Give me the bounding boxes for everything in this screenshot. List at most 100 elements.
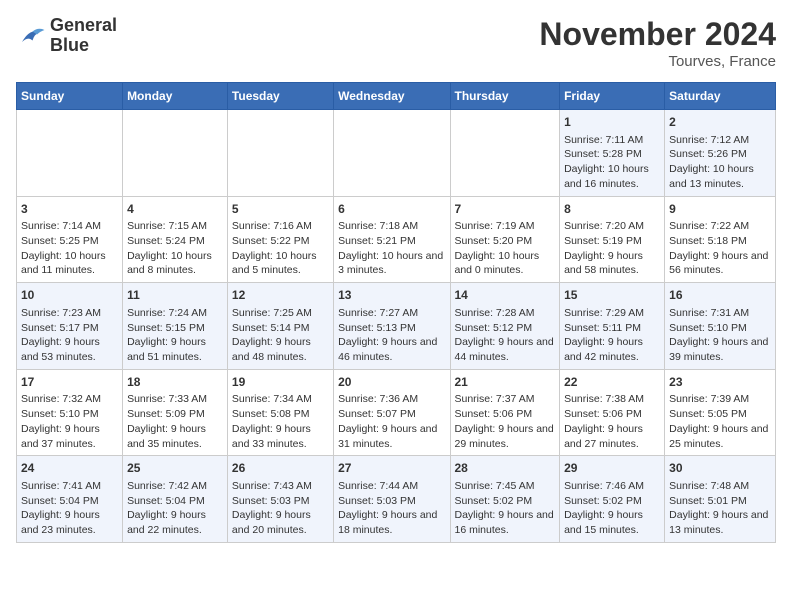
day-number: 13 <box>338 287 445 304</box>
calendar-cell: 22Sunrise: 7:38 AMSunset: 5:06 PMDayligh… <box>560 369 665 456</box>
day-info: Sunrise: 7:45 AMSunset: 5:02 PMDaylight:… <box>455 479 556 538</box>
column-header-wednesday: Wednesday <box>334 83 450 110</box>
day-info: Sunrise: 7:36 AMSunset: 5:07 PMDaylight:… <box>338 392 445 451</box>
logo-line1: General <box>50 16 117 36</box>
week-row-4: 17Sunrise: 7:32 AMSunset: 5:10 PMDayligh… <box>17 369 776 456</box>
calendar-cell: 10 Sunrise: 7:23 AMSunset: 5:17 PMDayligh… <box>17 283 123 370</box>
column-header-sunday: Sunday <box>17 83 123 110</box>
week-row-3: 10 Sunrise: 7:23 AMSunset: 5:17 PMDayligh… <box>17 283 776 370</box>
column-header-thursday: Thursday <box>450 83 560 110</box>
day-number: 15 <box>564 287 660 304</box>
day-number: 16 <box>669 287 771 304</box>
column-header-friday: Friday <box>560 83 665 110</box>
day-info: Sunrise: 7:19 AMSunset: 5:20 PMDaylight:… <box>455 219 556 278</box>
calendar-cell <box>17 110 123 197</box>
calendar-cell: 27 Sunrise: 7:44 AMSunset: 5:03 PMDayligh… <box>334 456 450 543</box>
calendar-cell: 20Sunrise: 7:36 AMSunset: 5:07 PMDayligh… <box>334 369 450 456</box>
logo-line2: Blue <box>50 36 117 56</box>
week-row-5: 24 Sunrise: 7:41 AMSunset: 5:04 PMDayligh… <box>17 456 776 543</box>
logo: General Blue <box>16 16 117 56</box>
day-number: 5 <box>232 201 329 218</box>
day-info: Sunrise: 7:39 AMSunset: 5:05 PMDaylight:… <box>669 392 771 451</box>
calendar-title: November 2024 <box>539 16 776 53</box>
day-number: 22 <box>564 374 660 391</box>
day-info: Sunrise: 7:31 AMSunset: 5:10 PMDaylight:… <box>669 306 771 365</box>
calendar-cell: 29Sunrise: 7:46 AMSunset: 5:02 PMDayligh… <box>560 456 665 543</box>
day-number: 17 <box>21 374 118 391</box>
calendar-cell <box>334 110 450 197</box>
calendar-cell <box>450 110 560 197</box>
day-info: Sunrise: 7:27 AMSunset: 5:13 PMDaylight:… <box>338 306 445 365</box>
day-number: 9 <box>669 201 771 218</box>
week-row-2: 3Sunrise: 7:14 AMSunset: 5:25 PMDaylight… <box>17 196 776 283</box>
day-info: Sunrise: 7:38 AMSunset: 5:06 PMDaylight:… <box>564 392 660 451</box>
calendar-body: 1 Sunrise: 7:11 AMSunset: 5:28 PMDaylight… <box>17 110 776 543</box>
calendar-cell: 15 Sunrise: 7:29 AMSunset: 5:11 PMDayligh… <box>560 283 665 370</box>
day-info: Sunrise: 7:44 AMSunset: 5:03 PMDaylight:… <box>338 479 445 538</box>
calendar-cell: 12 Sunrise: 7:25 AMSunset: 5:14 PMDayligh… <box>227 283 333 370</box>
day-info: Sunrise: 7:16 AMSunset: 5:22 PMDaylight:… <box>232 219 329 278</box>
calendar-cell: 6Sunrise: 7:18 AMSunset: 5:21 PMDaylight… <box>334 196 450 283</box>
calendar-cell: 23Sunrise: 7:39 AMSunset: 5:05 PMDayligh… <box>665 369 776 456</box>
day-info: Sunrise: 7:42 AMSunset: 5:04 PMDaylight:… <box>127 479 223 538</box>
day-info: Sunrise: 7:41 AMSunset: 5:04 PMDaylight:… <box>21 479 118 538</box>
day-number: 24 <box>21 460 118 477</box>
calendar-cell: 16 Sunrise: 7:31 AMSunset: 5:10 PMDayligh… <box>665 283 776 370</box>
calendar-cell: 30Sunrise: 7:48 AMSunset: 5:01 PMDayligh… <box>665 456 776 543</box>
day-info: Sunrise: 7:12 AMSunset: 5:26 PMDaylight:… <box>669 133 771 192</box>
week-row-1: 1 Sunrise: 7:11 AMSunset: 5:28 PMDaylight… <box>17 110 776 197</box>
calendar-cell: 13 Sunrise: 7:27 AMSunset: 5:13 PMDayligh… <box>334 283 450 370</box>
column-header-tuesday: Tuesday <box>227 83 333 110</box>
day-number: 8 <box>564 201 660 218</box>
calendar-header: SundayMondayTuesdayWednesdayThursdayFrid… <box>17 83 776 110</box>
calendar-cell: 24 Sunrise: 7:41 AMSunset: 5:04 PMDayligh… <box>17 456 123 543</box>
day-info: Sunrise: 7:37 AMSunset: 5:06 PMDaylight:… <box>455 392 556 451</box>
day-info: Sunrise: 7:46 AMSunset: 5:02 PMDaylight:… <box>564 479 660 538</box>
calendar-cell: 19Sunrise: 7:34 AMSunset: 5:08 PMDayligh… <box>227 369 333 456</box>
calendar-cell: 8Sunrise: 7:20 AMSunset: 5:19 PMDaylight… <box>560 196 665 283</box>
day-number: 20 <box>338 374 445 391</box>
column-header-saturday: Saturday <box>665 83 776 110</box>
logo-text: General Blue <box>50 16 117 56</box>
day-number: 10 <box>21 287 118 304</box>
day-info: Sunrise: 7:28 AMSunset: 5:12 PMDaylight:… <box>455 306 556 365</box>
day-number: 6 <box>338 201 445 218</box>
calendar-cell <box>227 110 333 197</box>
calendar-subtitle: Tourves, France <box>539 53 776 70</box>
day-info: Sunrise: 7:18 AMSunset: 5:21 PMDaylight:… <box>338 219 445 278</box>
day-info: Sunrise: 7:33 AMSunset: 5:09 PMDaylight:… <box>127 392 223 451</box>
calendar-cell: 17Sunrise: 7:32 AMSunset: 5:10 PMDayligh… <box>17 369 123 456</box>
calendar-cell: 14 Sunrise: 7:28 AMSunset: 5:12 PMDayligh… <box>450 283 560 370</box>
day-number: 26 <box>232 460 329 477</box>
calendar-cell: 9Sunrise: 7:22 AMSunset: 5:18 PMDaylight… <box>665 196 776 283</box>
day-number: 18 <box>127 374 223 391</box>
calendar-cell: 7Sunrise: 7:19 AMSunset: 5:20 PMDaylight… <box>450 196 560 283</box>
day-number: 25 <box>127 460 223 477</box>
calendar-cell: 28Sunrise: 7:45 AMSunset: 5:02 PMDayligh… <box>450 456 560 543</box>
page-header: General Blue November 2024 Tourves, Fran… <box>16 16 776 70</box>
day-info: Sunrise: 7:11 AMSunset: 5:28 PMDaylight:… <box>564 133 660 192</box>
day-number: 4 <box>127 201 223 218</box>
day-number: 14 <box>455 287 556 304</box>
day-info: Sunrise: 7:29 AMSunset: 5:11 PMDaylight:… <box>564 306 660 365</box>
day-number: 11 <box>127 287 223 304</box>
day-info: Sunrise: 7:25 AMSunset: 5:14 PMDaylight:… <box>232 306 329 365</box>
day-number: 27 <box>338 460 445 477</box>
day-info: Sunrise: 7:22 AMSunset: 5:18 PMDaylight:… <box>669 219 771 278</box>
calendar-cell: 21Sunrise: 7:37 AMSunset: 5:06 PMDayligh… <box>450 369 560 456</box>
calendar-cell: 25 Sunrise: 7:42 AMSunset: 5:04 PMDayligh… <box>123 456 228 543</box>
calendar-cell: 18Sunrise: 7:33 AMSunset: 5:09 PMDayligh… <box>123 369 228 456</box>
calendar-cell: 3Sunrise: 7:14 AMSunset: 5:25 PMDaylight… <box>17 196 123 283</box>
day-info: Sunrise: 7:15 AMSunset: 5:24 PMDaylight:… <box>127 219 223 278</box>
day-number: 1 <box>564 114 660 131</box>
day-info: Sunrise: 7:14 AMSunset: 5:25 PMDaylight:… <box>21 219 118 278</box>
calendar-cell: 26Sunrise: 7:43 AMSunset: 5:03 PMDayligh… <box>227 456 333 543</box>
logo-icon <box>16 21 46 51</box>
day-info: Sunrise: 7:23 AMSunset: 5:17 PMDaylight:… <box>21 306 118 365</box>
header-row: SundayMondayTuesdayWednesdayThursdayFrid… <box>17 83 776 110</box>
calendar-cell: 5Sunrise: 7:16 AMSunset: 5:22 PMDaylight… <box>227 196 333 283</box>
day-info: Sunrise: 7:20 AMSunset: 5:19 PMDaylight:… <box>564 219 660 278</box>
day-info: Sunrise: 7:32 AMSunset: 5:10 PMDaylight:… <box>21 392 118 451</box>
day-info: Sunrise: 7:34 AMSunset: 5:08 PMDaylight:… <box>232 392 329 451</box>
day-number: 12 <box>232 287 329 304</box>
